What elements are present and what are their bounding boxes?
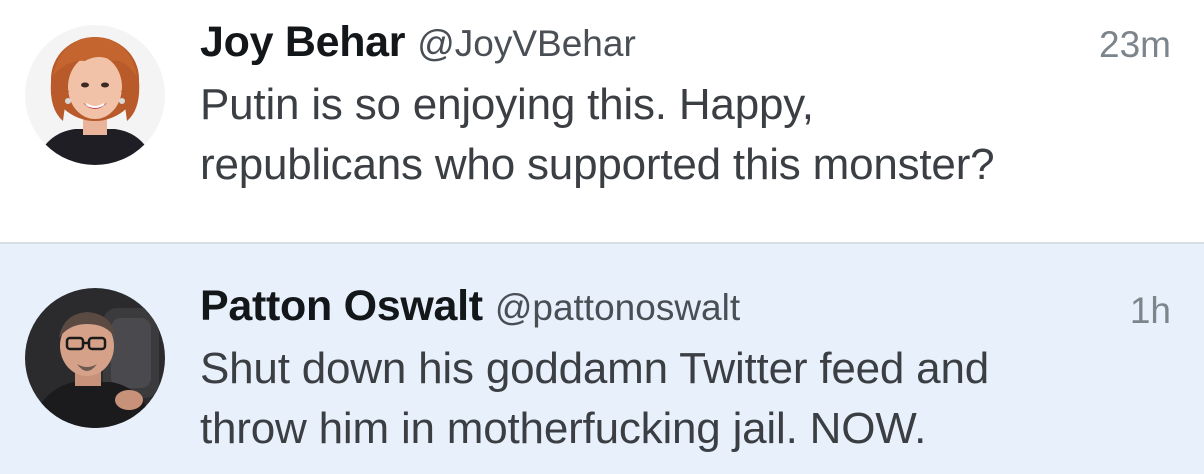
- tweet-text-line: Putin is so enjoying this. Happy,: [200, 80, 814, 129]
- tweet-header: Joy Behar @JoyVBehar: [200, 21, 636, 64]
- tweet-item[interactable]: Patton Oswalt @pattonoswalt 1h Shut down …: [0, 244, 1204, 474]
- display-name[interactable]: Patton Oswalt: [200, 282, 483, 330]
- avatar-photo-icon: [25, 288, 165, 428]
- tweet-feed: Joy Behar @JoyVBehar 23m Putin is so enjo…: [0, 0, 1204, 474]
- avatar[interactable]: [25, 25, 165, 165]
- tweet-text: Shut down his goddamn Twitter feed and t…: [200, 339, 1190, 459]
- avatar[interactable]: [25, 288, 165, 428]
- tweet-timestamp[interactable]: 1h: [1130, 292, 1171, 329]
- user-handle[interactable]: @JoyVBehar: [417, 23, 636, 64]
- tweet-text-line: republicans who supported this monster?: [200, 140, 995, 189]
- tweet-text: Putin is so enjoying this. Happy, republ…: [200, 75, 1190, 195]
- user-handle[interactable]: @pattonoswalt: [495, 287, 740, 328]
- tweet-timestamp[interactable]: 23m: [1099, 26, 1171, 63]
- tweet-item[interactable]: Joy Behar @JoyVBehar 23m Putin is so enjo…: [0, 0, 1204, 242]
- tweet-header: Patton Oswalt @pattonoswalt: [200, 285, 740, 328]
- tweet-text-line: Shut down his goddamn Twitter feed and: [200, 344, 989, 393]
- tweet-text-line: throw him in motherfucking jail. NOW.: [200, 404, 927, 453]
- display-name[interactable]: Joy Behar: [200, 18, 406, 66]
- avatar-photo-icon: [25, 25, 165, 165]
